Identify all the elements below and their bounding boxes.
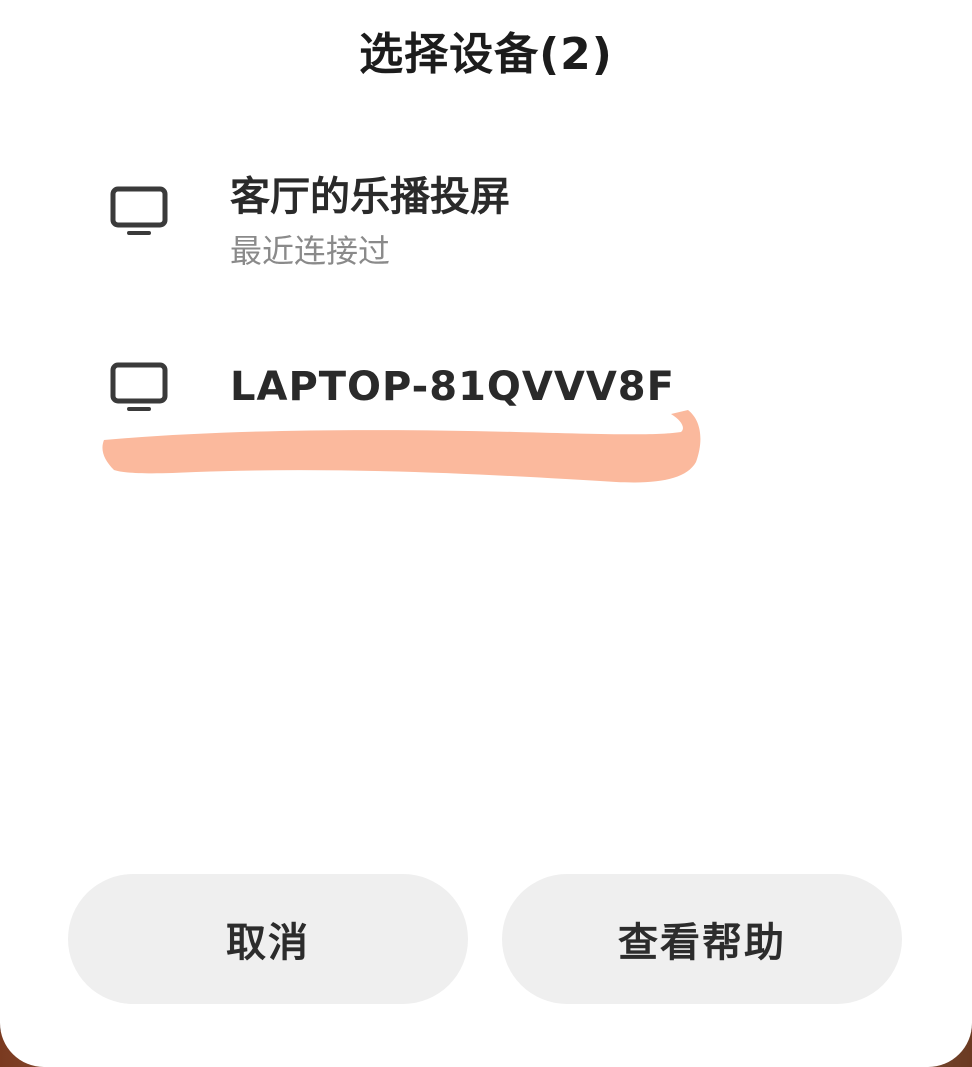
help-button[interactable]: 查看帮助 (502, 874, 902, 1004)
device-item-laptop[interactable]: LAPTOP-81QVVV8F (0, 350, 972, 440)
tv-icon (110, 186, 168, 235)
device-item-living-room[interactable]: 客厅的乐播投屏 最近连接过 (0, 158, 972, 278)
tv-icon (110, 362, 168, 411)
device-name: 客厅的乐播投屏 (230, 174, 510, 220)
device-name: LAPTOP-81QVVV8F (230, 364, 675, 410)
device-status: 最近连接过 (230, 232, 391, 270)
cancel-button[interactable]: 取消 (68, 874, 468, 1004)
device-picker-dialog: 选择设备(2) 客厅的乐播投屏 最近连接过 LAPTOP-81QVVV8F 取消… (0, 0, 972, 1067)
dialog-title: 选择设备(2) (359, 29, 613, 80)
